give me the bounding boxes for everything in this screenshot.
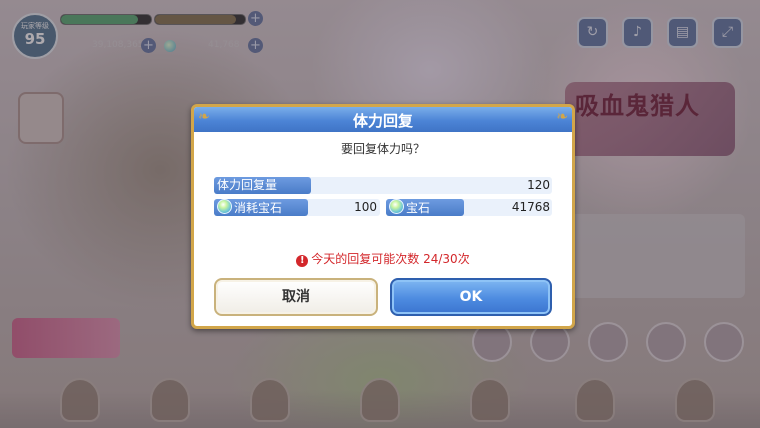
gem-owned-value: 41768 bbox=[511, 200, 550, 214]
recover-amount-value: 120 bbox=[527, 178, 550, 192]
dialog-title: 体力回复 bbox=[352, 112, 413, 130]
warning-icon: ! bbox=[296, 255, 309, 267]
cancel-button[interactable]: 取消 bbox=[214, 278, 378, 316]
daily-recovery-warning: ! 今天的回复可能次数 24/30次 bbox=[194, 250, 572, 267]
gem-owned-label: 宝石 bbox=[406, 201, 431, 215]
ornament-right-icon: ❧ bbox=[556, 109, 568, 125]
recover-amount-label: 体力回复量 bbox=[214, 177, 311, 194]
stamina-recovery-dialog: ❧ 体力回复 ❧ 要回复体力吗？ 体力回复量 120 消耗宝石 100 宝石 4… bbox=[191, 104, 575, 329]
warning-text: 今天的回复可能次数 24/30次 bbox=[311, 252, 470, 266]
gem-owned-tag: 宝石 bbox=[386, 199, 464, 216]
gem-cost-row: 消耗宝石 100 bbox=[214, 199, 380, 216]
gem-icon bbox=[217, 199, 232, 214]
dialog-header: ❧ 体力回复 ❧ bbox=[194, 107, 572, 132]
recover-amount-row: 体力回复量 120 bbox=[214, 177, 552, 194]
gem-cost-tag: 消耗宝石 bbox=[214, 199, 308, 216]
gem-cost-label: 消耗宝石 bbox=[234, 201, 283, 215]
gem-cost-value: 100 bbox=[354, 200, 377, 214]
gem-owned-row: 宝石 41768 bbox=[386, 199, 552, 216]
gem-icon bbox=[389, 199, 404, 214]
dialog-question: 要回复体力吗？ bbox=[340, 142, 425, 156]
ok-button[interactable]: OK bbox=[390, 278, 552, 316]
